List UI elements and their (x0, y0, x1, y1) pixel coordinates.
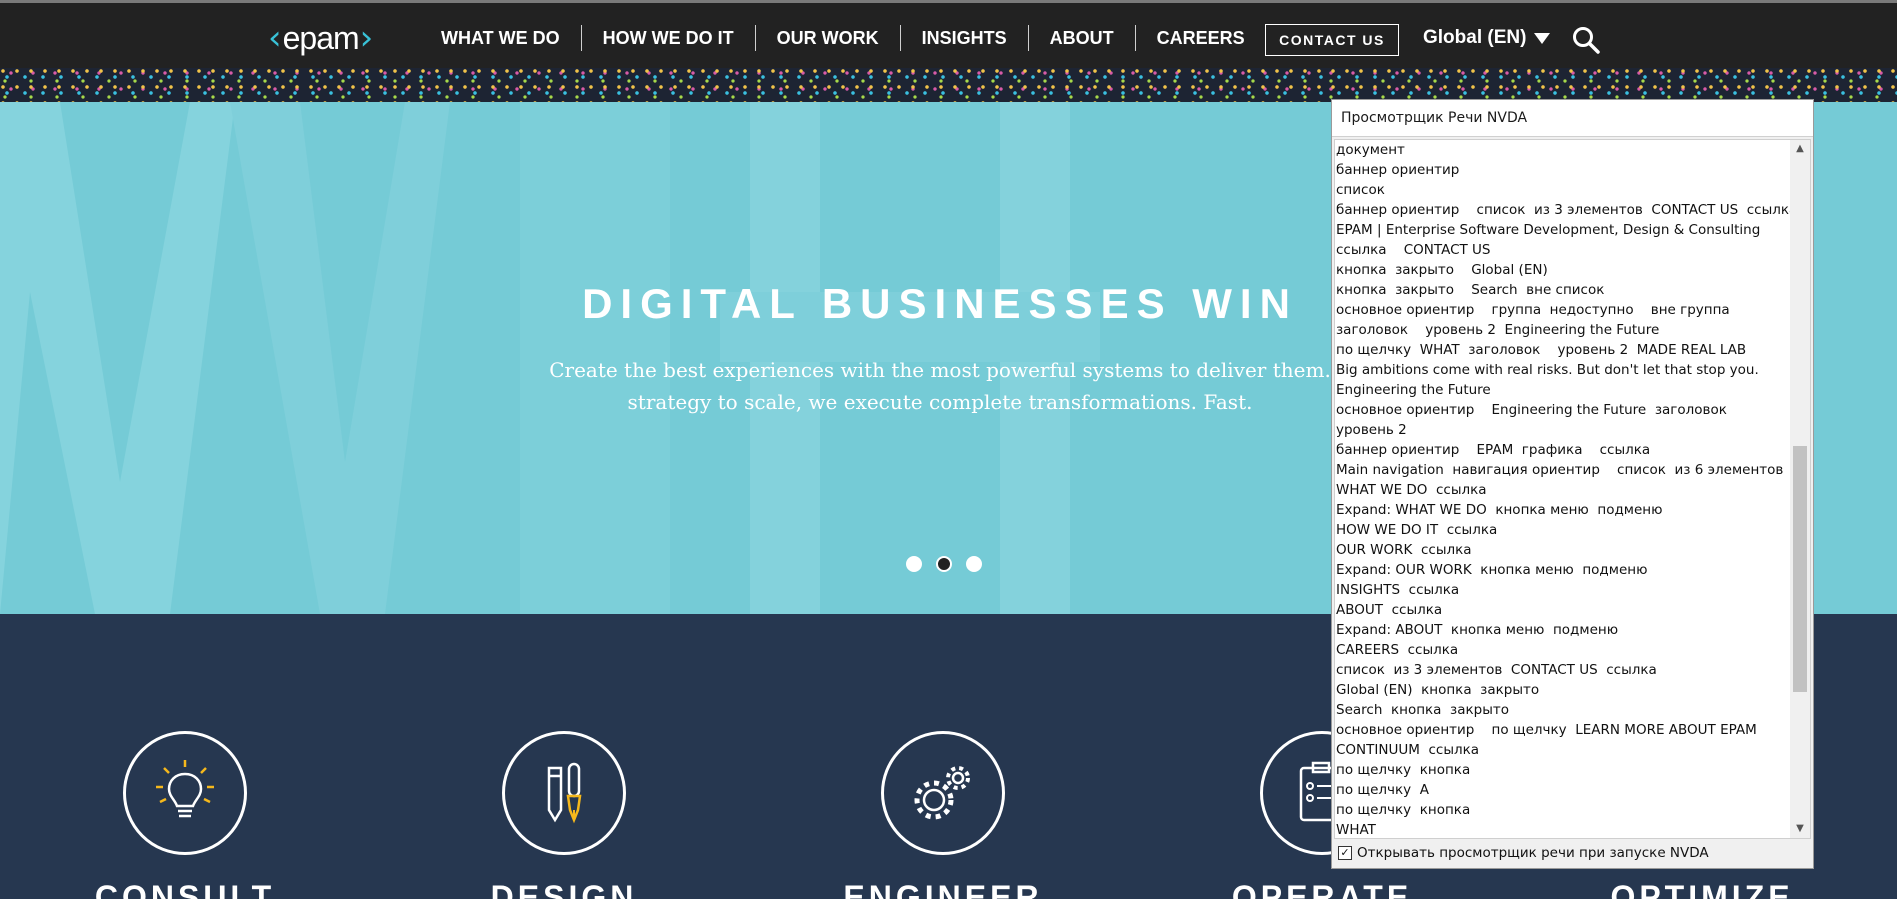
speech-log-line: баннер ориентир EPAM графика ссылка (1336, 442, 1651, 458)
nav-about[interactable]: ABOUT (1029, 25, 1136, 51)
top-navigation-bar: ‹ epam › WHAT WE DO HOW WE DO IT OUR WOR… (0, 0, 1897, 68)
speech-log-line: INSIGHTS ссылка (1336, 582, 1460, 598)
hero-subtitle-line-2: strategy to scale, we execute complete t… (627, 390, 1253, 414)
carousel-dot-3[interactable] (966, 556, 982, 572)
speech-log-line: кнопка закрыто Search вне список (1336, 282, 1605, 298)
language-selector[interactable]: Global (EN) (1423, 27, 1551, 49)
speech-log-line: баннер ориентир список из 3 элементов CO… (1336, 202, 1791, 218)
speech-log-line: список (1336, 182, 1385, 198)
speech-log-line: баннер ориентир (1336, 162, 1460, 178)
speech-log-line: ABOUT ссылка (1336, 602, 1443, 618)
chevron-down-icon (1534, 32, 1551, 44)
speech-log-line: CAREERS ссылка (1336, 642, 1459, 658)
speech-log-line: по щелчку WHAT заголовок уровень 2 MADE … (1336, 342, 1747, 358)
speech-log-line: EPAM | Enterprise Software Development, … (1336, 222, 1761, 238)
speech-log-line: Main navigation навигация ориентир списо… (1336, 462, 1784, 478)
service-operate[interactable]: OPERATE (1202, 879, 1442, 899)
speech-log-line: Global (EN) кнопка закрыто (1336, 682, 1540, 698)
engineer-circle[interactable] (881, 731, 1005, 855)
speech-log-line: заголовок уровень 2 Engineering the Futu… (1336, 322, 1660, 338)
speech-log-lines: документ баннер ориентир список баннер орие… (1336, 140, 1791, 838)
speech-log-line: Expand: OUR WORK кнопка меню подменю (1336, 562, 1648, 578)
speech-log-line: основное ориентир Engineering the Future… (1336, 402, 1727, 418)
startup-checkbox-label: Открывать просмотрщик речи при запуске N… (1357, 845, 1709, 861)
service-design[interactable]: DESIGN (444, 879, 684, 899)
open-on-startup-option[interactable]: ✓ Открывать просмотрщик речи при запуске… (1338, 845, 1709, 861)
nav-how-we-do-it[interactable]: HOW WE DO IT (582, 25, 756, 51)
speech-log-line: документ (1336, 142, 1405, 158)
scroll-up-icon[interactable]: ▲ (1790, 140, 1810, 158)
search-icon[interactable] (1572, 26, 1600, 54)
speech-log-line: CONTINUUM ссылка (1336, 742, 1480, 758)
service-optimize[interactable]: OPTIMIZE (1582, 879, 1822, 899)
nvda-speech-viewer-window: Просмотрщик Речи NVDA документ баннер ори… (1331, 99, 1814, 869)
speech-log-line: WHAT (1336, 822, 1376, 838)
logo-text: epam (282, 20, 360, 56)
window-title: Просмотрщик Речи NVDA (1332, 100, 1813, 137)
speech-log-textbox[interactable]: документ баннер ориентир список баннер орие… (1334, 139, 1811, 839)
design-circle[interactable] (502, 731, 626, 855)
nav-insights[interactable]: INSIGHTS (901, 25, 1029, 51)
carousel-dot-1[interactable] (906, 556, 922, 572)
scroll-down-icon[interactable]: ▼ (1790, 820, 1810, 838)
consult-circle[interactable] (123, 731, 247, 855)
speech-log-line: по щелчку кнопка (1336, 802, 1471, 818)
nav-what-we-do[interactable]: WHAT WE DO (420, 25, 582, 51)
carousel-dot-2[interactable] (936, 556, 952, 572)
decorative-dot-strip (0, 68, 1897, 102)
carousel-pagination (906, 556, 982, 572)
speech-log-line: WHAT WE DO ссылка (1336, 482, 1487, 498)
speech-log-line: уровень 2 (1336, 422, 1407, 438)
gears-icon (914, 766, 970, 820)
language-label: Global (EN) (1423, 27, 1527, 48)
logo-right-bracket: › (359, 18, 374, 58)
lightbulb-icon (156, 760, 214, 818)
speech-log-line: список из 3 элементов CONTACT US ссылка (1336, 662, 1657, 678)
speech-log-line: по щелчку A (1336, 782, 1429, 798)
main-navigation: WHAT WE DO HOW WE DO IT OUR WORK INSIGHT… (420, 25, 1266, 51)
vertical-scrollbar[interactable]: ▲ ▼ (1790, 140, 1810, 838)
speech-log-line: OUR WORK ссылка (1336, 542, 1472, 558)
logo-left-bracket: ‹ (268, 18, 282, 58)
scrollbar-thumb[interactable] (1793, 446, 1807, 692)
nav-our-work[interactable]: OUR WORK (756, 25, 901, 51)
service-consult[interactable]: CONSULT (65, 879, 305, 899)
speech-log-line: Expand: WHAT WE DO кнопка меню подменю (1336, 502, 1663, 518)
hero-title: DIGITAL BUSINESSES WIN (582, 280, 1298, 327)
epam-logo[interactable]: ‹ epam › (268, 19, 373, 57)
speech-log-line: ссылка CONTACT US (1336, 242, 1491, 258)
speech-log-line: Expand: ABOUT кнопка меню подменю (1336, 622, 1619, 638)
speech-log-line: Engineering the Future (1336, 382, 1491, 398)
speech-log-line: основное ориентир по щелчку LEARN MORE A… (1336, 722, 1757, 738)
speech-log-line: Big ambitions come with real risks. But … (1336, 362, 1759, 378)
speech-log-line: Search кнопка закрыто (1336, 702, 1509, 718)
service-engineer[interactable]: ENGINEER (823, 879, 1063, 899)
pencil-pen-icon (547, 762, 582, 824)
startup-checkbox[interactable]: ✓ (1338, 846, 1352, 860)
hero-subtitle: Create the best experiences with the mos… (430, 354, 1450, 418)
contact-us-button[interactable]: CONTACT US (1265, 24, 1399, 56)
speech-log-line: основное ориентир группа недоступно вне … (1336, 302, 1730, 318)
speech-log-line: кнопка закрыто Global (EN) (1336, 262, 1548, 278)
nav-careers[interactable]: CAREERS (1136, 25, 1266, 51)
hero-subtitle-line-1: Create the best experiences with the mos… (549, 358, 1331, 382)
speech-log-line: HOW WE DO IT ссылка (1336, 522, 1498, 538)
speech-log-line: по щелчку кнопка (1336, 762, 1471, 778)
